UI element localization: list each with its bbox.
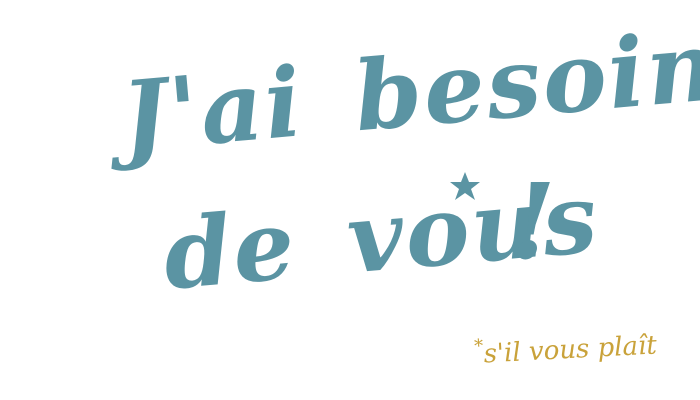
footnote-label: s'il vous plaît bbox=[482, 330, 658, 370]
footnote-marker: * bbox=[473, 335, 484, 357]
headline-word-jai: J'ai bbox=[117, 45, 308, 174]
greeting-canvas: J'ai besoin de vous ! *s'il vous plaît bbox=[0, 0, 700, 400]
headline-word-besoin: besoin bbox=[349, 8, 700, 154]
exclamation-mark: ! bbox=[510, 160, 556, 283]
asterisk-icon bbox=[450, 172, 480, 200]
headline-line-1: J'ai besoin bbox=[117, 9, 700, 174]
footnote-text: *s'il vous plaît bbox=[473, 330, 658, 370]
headline-word-de: de bbox=[159, 187, 301, 312]
